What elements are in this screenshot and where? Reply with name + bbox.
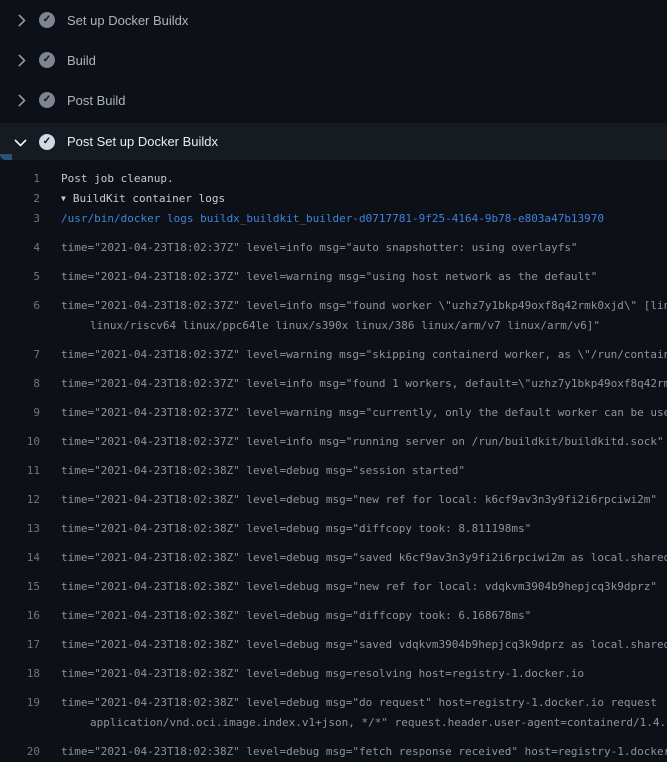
log-text: time="2021-04-23T18:02:38Z" level=debug … [61,606,531,626]
log-line-continuation: linux/riscv64 linux/ppc64le linux/s390x … [0,316,667,336]
log-text: time="2021-04-23T18:02:38Z" level=debug … [61,548,667,568]
check-circle-icon: ✓ [39,134,55,150]
line-number[interactable]: 14 [0,548,40,568]
check-circle-icon: ✓ [39,12,55,28]
line-number[interactable]: 17 [0,635,40,655]
chevron-right-icon [12,12,28,28]
step-label: Post Build [67,93,126,108]
command-text: /usr/bin/docker logs buildx_buildkit_bui… [61,209,604,229]
log-text: time="2021-04-23T18:02:38Z" level=debug … [61,577,657,597]
line-number[interactable]: 12 [0,490,40,510]
log-text: time="2021-04-23T18:02:38Z" level=debug … [61,635,667,655]
step-label: Set up Docker Buildx [67,13,188,28]
step-row-build[interactable]: ✓ Build [0,40,667,80]
log-text: time="2021-04-23T18:02:37Z" level=warnin… [61,403,667,423]
line-number[interactable]: 15 [0,577,40,597]
log-text: time="2021-04-23T18:02:38Z" level=debug … [61,519,531,539]
log-line: 7 time="2021-04-23T18:02:37Z" level=warni… [0,345,667,365]
log-text: time="2021-04-23T18:02:38Z" level=debug … [61,461,465,481]
line-number[interactable]: 10 [0,432,40,452]
line-number[interactable]: 18 [0,664,40,684]
log-line: 1 Post job cleanup. [0,169,667,189]
line-number[interactable]: 2 [0,189,40,209]
log-line: 19 time="2021-04-23T18:02:38Z" level=debu… [0,693,667,713]
log-line: 10 time="2021-04-23T18:02:37Z" level=info… [0,432,667,452]
check-circle-icon: ✓ [39,52,55,68]
log-text: time="2021-04-23T18:02:37Z" level=warnin… [61,267,597,287]
log-text: time="2021-04-23T18:02:38Z" level=debug … [61,664,584,684]
line-number[interactable]: 16 [0,606,40,626]
line-number[interactable]: 5 [0,267,40,287]
step-row-post-set-up-docker-buildx[interactable]: ✓ Post Set up Docker Buildx [0,123,667,160]
chevron-right-icon [12,92,28,108]
step-list: ✓ Set up Docker Buildx ✓ Build ✓ Post Build ✓ P… [0,0,667,160]
line-number [0,713,40,733]
log-text: Post job cleanup. [61,169,174,189]
log-line: 4 time="2021-04-23T18:02:37Z" level=info … [0,238,667,258]
log-text[interactable]: ▼ BuildKit container logs [61,189,225,209]
log-viewer: 1 Post job cleanup. 2 ▼ BuildKit container l… [0,169,667,762]
line-number[interactable]: 13 [0,519,40,539]
log-line: 6 time="2021-04-23T18:02:37Z" level=info … [0,296,667,316]
log-text: time="2021-04-23T18:02:38Z" level=debug … [61,742,667,762]
log-line: 8 time="2021-04-23T18:02:37Z" level=info … [0,374,667,394]
log-text: application/vnd.oci.image.index.v1+json,… [90,713,667,733]
log-line: 15 time="2021-04-23T18:02:38Z" level=debu… [0,577,667,597]
line-number[interactable]: 6 [0,296,40,316]
log-line: 20 time="2021-04-23T18:02:38Z" level=debu… [0,742,667,762]
log-line: 17 time="2021-04-23T18:02:38Z" level=debu… [0,635,667,655]
log-text: time="2021-04-23T18:02:38Z" level=debug … [61,490,657,510]
collapse-triangle-icon: ▼ [61,189,66,209]
line-number[interactable]: 1 [0,169,40,189]
line-number [0,316,40,336]
check-circle-icon: ✓ [39,92,55,108]
group-label: BuildKit container logs [73,192,225,205]
step-row-post-build[interactable]: ✓ Post Build [0,80,667,120]
log-text: time="2021-04-23T18:02:38Z" level=debug … [61,693,657,713]
log-line: 16 time="2021-04-23T18:02:38Z" level=debu… [0,606,667,626]
line-number[interactable]: 7 [0,345,40,365]
log-line: 9 time="2021-04-23T18:02:37Z" level=warni… [0,403,667,423]
line-number[interactable]: 20 [0,742,40,762]
log-line: 11 time="2021-04-23T18:02:38Z" level=debu… [0,461,667,481]
log-text: time="2021-04-23T18:02:37Z" level=info m… [61,296,667,316]
line-number[interactable]: 3 [0,209,40,229]
log-line-continuation: application/vnd.oci.image.index.v1+json,… [0,713,667,733]
log-text: time="2021-04-23T18:02:37Z" level=info m… [61,238,578,258]
log-line: 18 time="2021-04-23T18:02:38Z" level=debu… [0,664,667,684]
step-label: Build [67,53,96,68]
log-line: 13 time="2021-04-23T18:02:38Z" level=debu… [0,519,667,539]
line-number[interactable]: 8 [0,374,40,394]
log-line: 2 ▼ BuildKit container logs [0,189,667,209]
active-step-accent [0,154,12,160]
log-text: time="2021-04-23T18:02:37Z" level=info m… [61,374,667,394]
line-number[interactable]: 11 [0,461,40,481]
chevron-right-icon [12,52,28,68]
log-text: time="2021-04-23T18:02:37Z" level=info m… [61,432,664,452]
log-line: 14 time="2021-04-23T18:02:38Z" level=debu… [0,548,667,568]
line-number[interactable]: 19 [0,693,40,713]
line-number[interactable]: 9 [0,403,40,423]
line-number[interactable]: 4 [0,238,40,258]
log-text: linux/riscv64 linux/ppc64le linux/s390x … [90,316,600,336]
log-text: time="2021-04-23T18:02:37Z" level=warnin… [61,345,667,365]
log-line: 3/usr/bin/docker logs buildx_buildkit_bu… [0,209,667,229]
log-line: 12 time="2021-04-23T18:02:38Z" level=debu… [0,490,667,510]
log-line: 5 time="2021-04-23T18:02:37Z" level=warni… [0,267,667,287]
step-label: Post Set up Docker Buildx [67,134,218,149]
step-row-set-up-docker-buildx[interactable]: ✓ Set up Docker Buildx [0,0,667,40]
chevron-down-icon [12,134,28,150]
